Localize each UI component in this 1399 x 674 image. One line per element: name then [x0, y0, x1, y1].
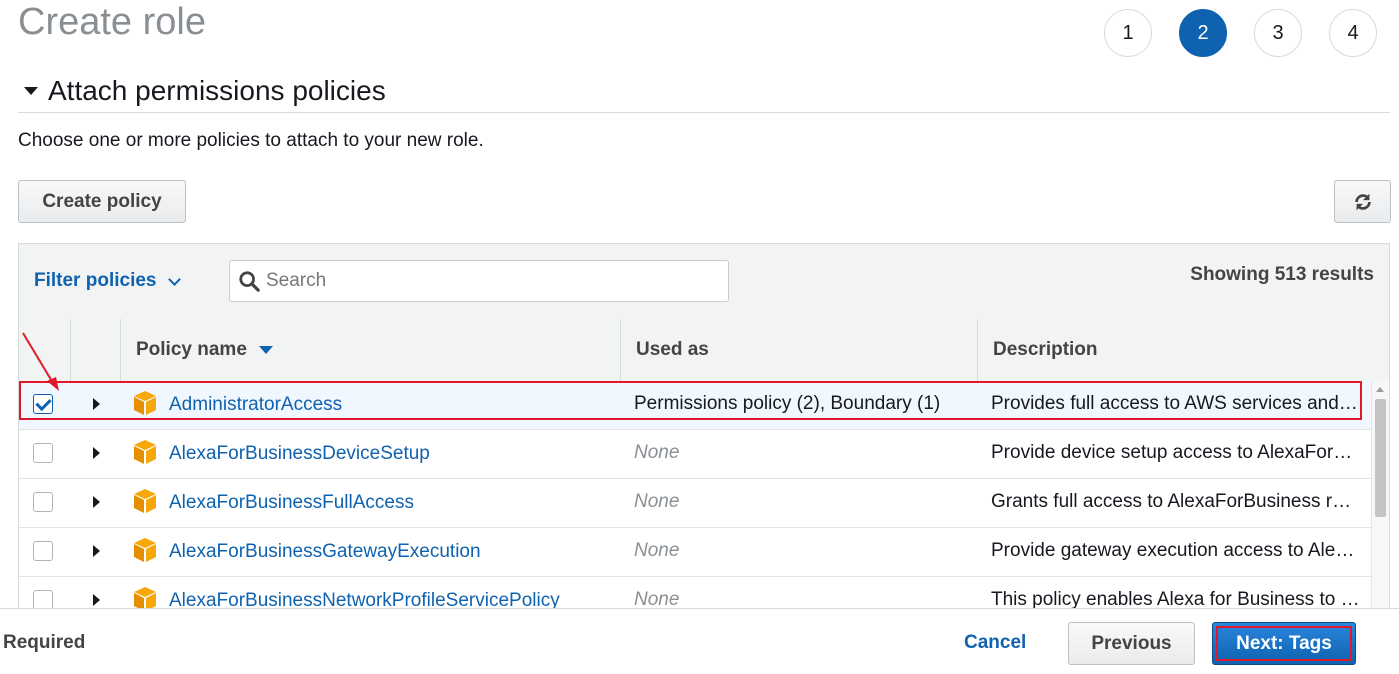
create-policy-button[interactable]: Create policy: [18, 180, 186, 223]
row-checkbox[interactable]: [33, 590, 53, 608]
step-2[interactable]: 2: [1179, 9, 1227, 57]
collapse-caret-icon[interactable]: [24, 87, 38, 95]
intro-text: Choose one or more policies to attach to…: [18, 130, 484, 151]
header-expand-cell: [70, 319, 120, 381]
policy-cube-icon: [134, 440, 156, 464]
step-1[interactable]: 1: [1104, 9, 1152, 57]
sort-desc-icon: [258, 346, 273, 354]
scroll-up-icon[interactable]: [1376, 387, 1384, 392]
expand-row-icon[interactable]: [93, 545, 100, 557]
header-policy-name-label: Policy name: [136, 339, 247, 360]
search-input[interactable]: [266, 270, 706, 292]
search-icon: [239, 271, 260, 292]
cancel-link[interactable]: Cancel: [964, 632, 1026, 654]
policy-name-link[interactable]: AlexaForBusinessNetworkProfileServicePol…: [169, 590, 560, 608]
section-title: Attach permissions policies: [48, 75, 386, 106]
description-value: Provide gateway execution access to Alex…: [991, 540, 1361, 561]
section-header[interactable]: Attach permissions policies: [18, 70, 1390, 113]
required-label: Required: [3, 632, 86, 653]
row-checkbox[interactable]: [33, 443, 53, 463]
annotation-arrow-icon: [22, 332, 59, 391]
step-4[interactable]: 4: [1329, 9, 1377, 57]
next-button-highlight: [1216, 626, 1352, 661]
description-value: This policy enables Alexa for Business t…: [991, 589, 1361, 609]
policy-name-link[interactable]: AlexaForBusinessFullAccess: [169, 492, 414, 514]
search-box[interactable]: [229, 260, 729, 302]
table-toolbar: Filter policies Showing 513 results: [19, 244, 1389, 320]
header-description-label: Description: [993, 339, 1098, 360]
expand-row-icon[interactable]: [93, 447, 100, 459]
page-title: Create role: [18, 1, 206, 43]
header-used-as-label: Used as: [636, 339, 709, 360]
filter-policies-dropdown[interactable]: Filter policies: [34, 270, 182, 292]
header-description[interactable]: Description: [977, 319, 1389, 381]
filter-policies-label: Filter policies: [34, 270, 157, 291]
step-3[interactable]: 3: [1254, 9, 1302, 57]
used-as-value: None: [634, 540, 680, 561]
policy-name-link[interactable]: AlexaForBusinessDeviceSetup: [169, 443, 430, 465]
previous-button[interactable]: Previous: [1068, 622, 1195, 665]
used-as-value: None: [634, 589, 680, 609]
table-header: Policy name Used as Description: [19, 319, 1389, 382]
table-row[interactable]: AlexaForBusinessNetworkProfileServicePol…: [19, 577, 1372, 609]
expand-row-icon[interactable]: [93, 594, 100, 606]
row-checkbox[interactable]: [33, 541, 53, 561]
table-row[interactable]: AlexaForBusinessFullAccess None Grants ful…: [19, 479, 1372, 528]
scrollbar-thumb[interactable]: [1375, 399, 1386, 517]
refresh-icon: [1354, 193, 1371, 210]
table-row[interactable]: AlexaForBusinessGatewayExecution None Prov…: [19, 528, 1372, 577]
footer-bar: Required Cancel Previous Next: Tags: [0, 608, 1399, 674]
used-as-value: None: [634, 442, 680, 463]
row-checkbox[interactable]: [33, 492, 53, 512]
policy-cube-icon: [134, 489, 156, 513]
policy-cube-icon: [134, 538, 156, 562]
used-as-value: None: [634, 491, 680, 512]
description-value: Grants full access to AlexaForBusiness r…: [991, 491, 1361, 512]
table-row[interactable]: AlexaForBusinessDeviceSetup None Provide d…: [19, 430, 1372, 479]
header-used-as[interactable]: Used as: [620, 319, 977, 381]
header-policy-name[interactable]: Policy name: [120, 319, 620, 381]
policies-table: Filter policies Showing 513 results Poli…: [18, 243, 1390, 609]
refresh-button[interactable]: [1334, 180, 1391, 223]
policy-name-link[interactable]: AlexaForBusinessGatewayExecution: [169, 541, 481, 563]
chevron-down-icon: [168, 272, 182, 286]
expand-row-icon[interactable]: [93, 496, 100, 508]
table-scrollbar[interactable]: [1371, 381, 1389, 608]
results-count: Showing 513 results: [1190, 264, 1374, 285]
policy-cube-icon: [134, 587, 156, 608]
selected-row-highlight: [19, 381, 1362, 420]
description-value: Provide device setup access to AlexaForB…: [991, 442, 1361, 463]
